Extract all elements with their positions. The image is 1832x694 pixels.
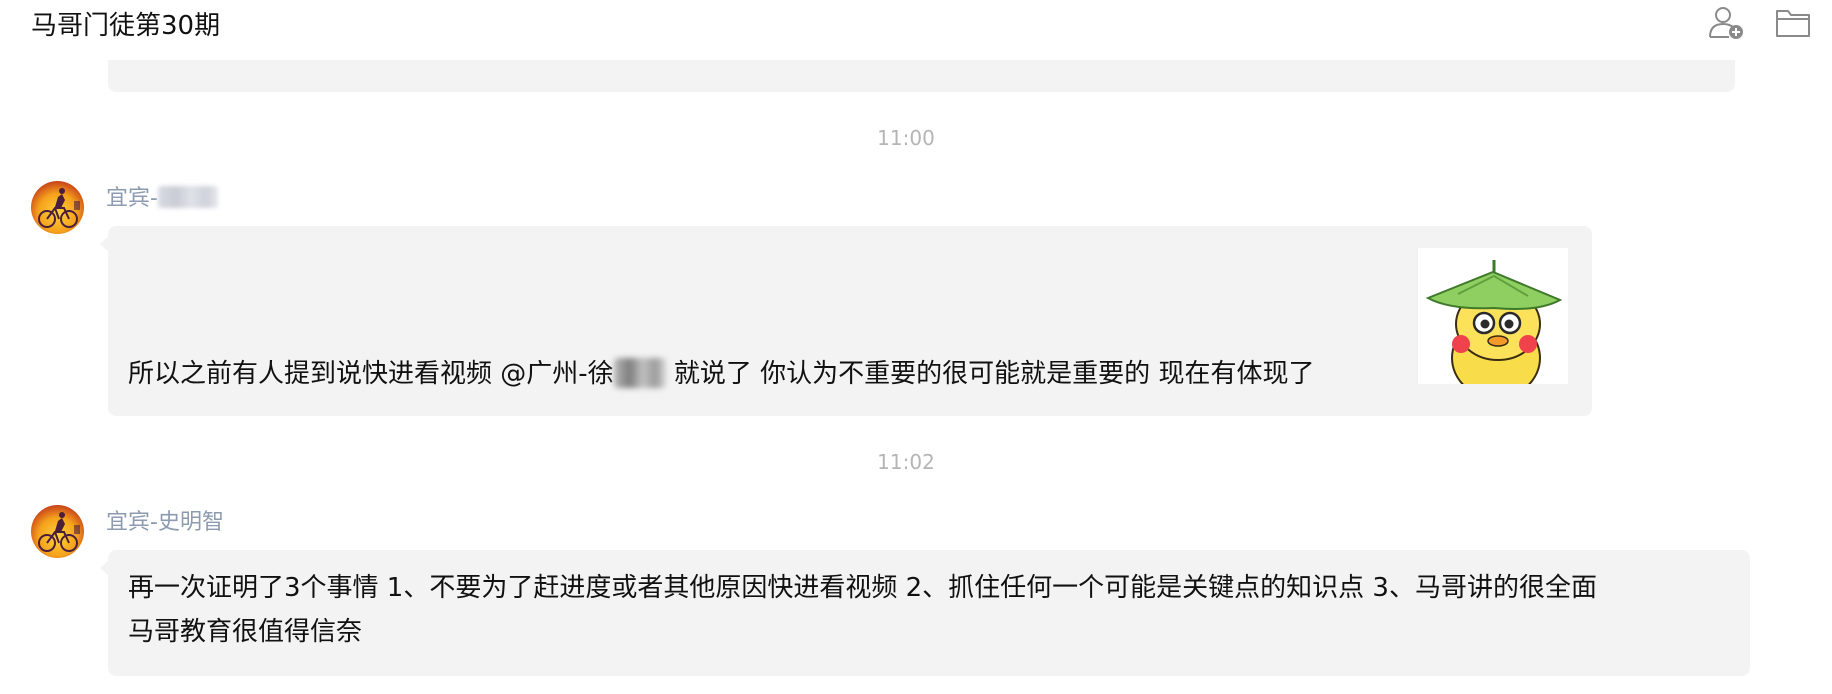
message-timestamp: 11:02 xyxy=(877,450,935,474)
duck-sticker-image[interactable] xyxy=(1418,248,1568,399)
avatar[interactable] xyxy=(31,181,84,234)
add-member-button[interactable] xyxy=(1706,4,1748,46)
folder-icon xyxy=(1775,8,1811,42)
sender-name[interactable]: 宜宾- xyxy=(106,184,218,214)
message-text-part: 就说了 你认为不重要的很可能就是重要的 现在有体现了 xyxy=(665,359,1315,389)
message-text-line: 马哥教育很值得信奈 xyxy=(128,617,363,647)
chat-title: 马哥门徒第30期 xyxy=(31,11,221,41)
message-text-line: 再一次证明了3个事情 1、不要为了赶进度或者其他原因快进看视频 2、抓住任何一个… xyxy=(128,573,1597,603)
avatar[interactable] xyxy=(31,505,84,558)
sender-name-prefix: 宜宾- xyxy=(106,186,158,211)
previous-message-bubble xyxy=(108,60,1735,92)
redacted-name xyxy=(157,186,218,208)
message-timestamp: 11:00 xyxy=(877,126,935,150)
add-member-icon xyxy=(1708,5,1746,45)
message-text: 所以之前有人提到说快进看视频 @广州-徐 就说了 你认为不重要的很可能就是重要的… xyxy=(128,352,1314,396)
message-text-part: 所以之前有人提到说快进看视频 @广州-徐 xyxy=(128,359,614,389)
redacted-mention xyxy=(613,358,666,388)
sender-name[interactable]: 宜宾-史明智 xyxy=(106,508,224,538)
message-text: 再一次证明了3个事情 1、不要为了赶进度或者其他原因快进看视频 2、抓住任何一个… xyxy=(128,566,1728,654)
message-bubble[interactable]: 再一次证明了3个事情 1、不要为了赶进度或者其他原因快进看视频 2、抓住任何一个… xyxy=(100,550,1750,676)
chat-window: 马哥门徒第30期 11:00 宜宾- 所以之前有人提到说快进看视频 @广州-徐 … xyxy=(0,0,1832,694)
message-bubble[interactable]: 所以之前有人提到说快进看视频 @广州-徐 就说了 你认为不重要的很可能就是重要的… xyxy=(100,226,1592,416)
files-button[interactable] xyxy=(1772,4,1814,46)
